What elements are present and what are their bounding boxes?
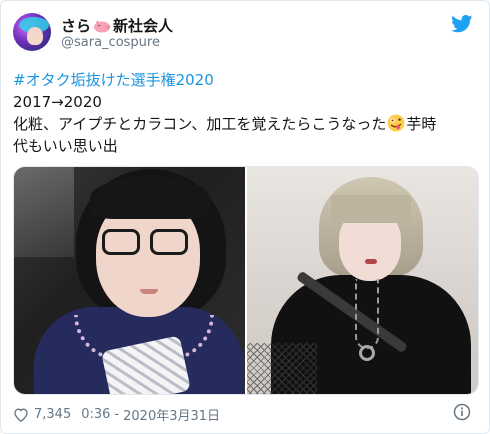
tweet-text-line-2: 化粧、アイプチとカラコン、加工を覚えたらこうなった 芋時 (13, 113, 436, 135)
photo-2017[interactable] (14, 167, 245, 394)
display-name[interactable]: さら 新社会人 (61, 15, 173, 36)
tweet-text-line-1: 2017→2020 (13, 93, 102, 111)
tweet-date[interactable]: 2020年3月31日 (123, 405, 220, 424)
avatar[interactable] (13, 13, 51, 51)
tweet-text-line-2-end: 芋時 (406, 115, 437, 133)
zany-face-icon (387, 114, 405, 132)
display-name-part-1: さら (61, 17, 92, 35)
like-count[interactable]: 7,345 (34, 407, 71, 422)
display-name-part-2: 新社会人 (113, 17, 174, 35)
tweet-time[interactable]: 0:36 (81, 407, 110, 422)
photo-2020[interactable] (247, 167, 478, 394)
tweet-text-line-2-start: 化粧、アイプチとカラコン、加工を覚えたらこうなった (13, 115, 387, 133)
tweet-text-line-3: 代もいい思い出 (13, 137, 118, 155)
user-handle[interactable]: @sara_cospure (61, 35, 160, 50)
media-gallery (13, 166, 479, 395)
tweet-meta: 7,345 0:36 - 2020年3月31日 (13, 404, 220, 424)
twitter-bird-icon[interactable] (451, 15, 473, 33)
meta-separator: - (114, 406, 120, 422)
hashtag-link[interactable]: #オタク垢抜けた選手権2020 (13, 69, 214, 90)
heart-icon[interactable] (13, 407, 29, 422)
pig-icon (93, 19, 111, 33)
info-icon[interactable] (453, 403, 471, 421)
tweet-card: さら 新社会人 @sara_cospure #オタク垢抜けた選手権2020 20… (0, 0, 490, 434)
